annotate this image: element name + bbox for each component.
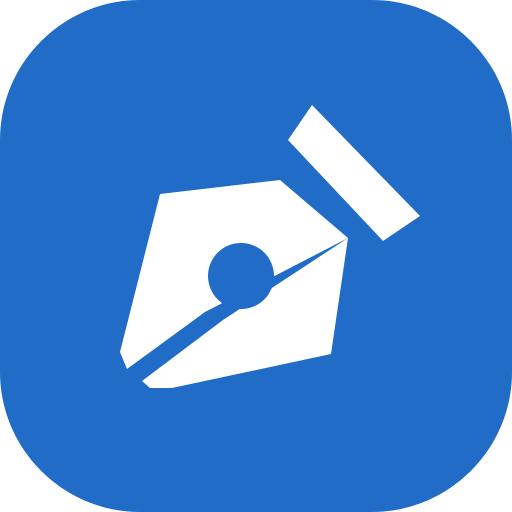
pen-nib-dot [215, 250, 267, 302]
app-icon-stage [0, 0, 512, 512]
pen-nib-icon[interactable] [0, 0, 512, 512]
